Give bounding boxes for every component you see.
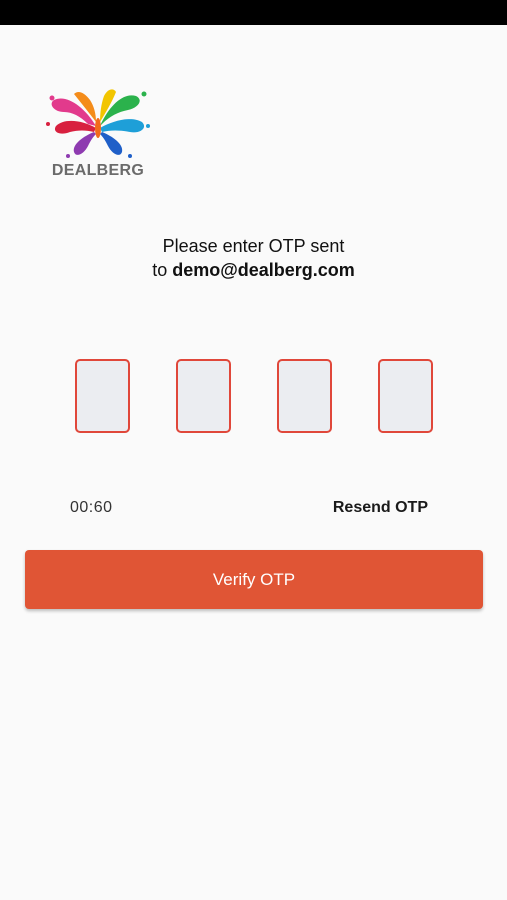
otp-instructions-prefix: to <box>152 260 173 280</box>
otp-digit-3[interactable] <box>277 359 332 433</box>
otp-countdown-timer: 00:60 <box>70 499 113 516</box>
otp-instructions-line2: to demo@dealberg.com <box>0 258 507 282</box>
verify-otp-button[interactable]: Verify OTP <box>25 550 483 609</box>
butterfly-splash-icon <box>46 89 150 158</box>
otp-digit-2[interactable] <box>176 359 231 433</box>
otp-instructions-line1: Please enter OTP sent <box>162 236 345 256</box>
otp-instructions: Please enter OTP sent to demo@dealberg.c… <box>0 234 507 282</box>
otp-input-row <box>75 359 435 434</box>
logo-wordmark: DEALBERG <box>51 162 145 179</box>
otp-email: demo@dealberg.com <box>172 260 355 280</box>
status-bar <box>0 0 507 25</box>
resend-otp-button[interactable]: Resend OTP <box>333 499 428 517</box>
otp-digit-4[interactable] <box>378 359 433 433</box>
dealberg-logo: DEALBERG <box>44 86 152 186</box>
otp-digit-1[interactable] <box>75 359 130 433</box>
